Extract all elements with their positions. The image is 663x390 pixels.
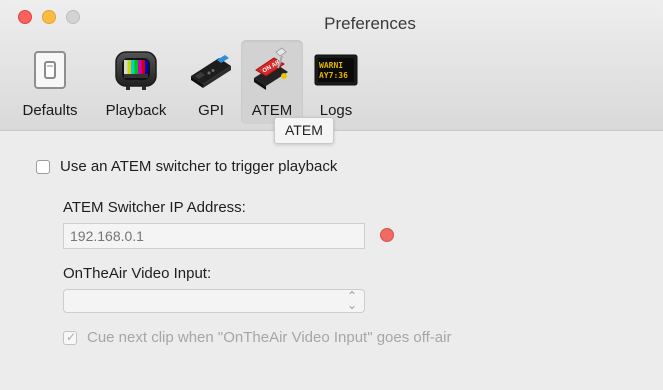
toolbar-item-logs[interactable]: WARNI AY7:36 Logs bbox=[306, 40, 366, 124]
playback-icon bbox=[112, 46, 160, 94]
cue-next-checkbox[interactable]: ✓ bbox=[63, 330, 77, 345]
connection-status-indicator bbox=[380, 228, 394, 242]
chevron-updown-icon: ⌃ ⌄ bbox=[346, 289, 357, 312]
ip-address-input[interactable] bbox=[63, 223, 365, 249]
toolbar-item-playback[interactable]: Playback bbox=[92, 40, 180, 124]
toolbar-item-gpi[interactable]: GPI bbox=[184, 40, 238, 124]
ip-address-label: ATEM Switcher IP Address: bbox=[63, 199, 246, 216]
video-input-select[interactable]: ⌃ ⌄ bbox=[63, 289, 365, 313]
video-input-label: OnTheAir Video Input: bbox=[63, 265, 212, 282]
tooltip: ATEM bbox=[274, 117, 334, 144]
title-bar: Preferences Defaults Playback GPI ON AIR… bbox=[0, 0, 663, 131]
preferences-window: Preferences Defaults Playback GPI ON AIR… bbox=[0, 0, 663, 390]
toolbar-label-playback: Playback bbox=[105, 102, 167, 119]
toolbar-label-gpi: GPI bbox=[198, 102, 224, 119]
use-atem-checkbox[interactable] bbox=[36, 160, 50, 174]
svg-text:WARNI: WARNI bbox=[319, 61, 343, 70]
toolbar-label-defaults: Defaults bbox=[22, 102, 78, 119]
cue-next-label: Cue next clip when "OnTheAir Video Input… bbox=[87, 329, 452, 346]
toolbar-item-atem[interactable]: ON AIR ATEM bbox=[241, 40, 303, 124]
defaults-icon bbox=[26, 46, 74, 94]
window-title: Preferences bbox=[324, 14, 416, 33]
toolbar-item-defaults[interactable]: Defaults bbox=[14, 40, 86, 124]
minimize-button[interactable] bbox=[42, 10, 56, 24]
svg-text:AY7:36: AY7:36 bbox=[319, 71, 348, 80]
logs-icon: WARNI AY7:36 bbox=[312, 46, 360, 94]
atem-icon: ON AIR bbox=[248, 46, 296, 94]
close-button[interactable] bbox=[18, 10, 32, 24]
checkmark-icon: ✓ bbox=[66, 330, 77, 344]
use-atem-label: Use an ATEM switcher to trigger playback bbox=[60, 158, 338, 175]
zoom-button[interactable] bbox=[66, 10, 80, 24]
gpi-icon bbox=[187, 46, 235, 94]
